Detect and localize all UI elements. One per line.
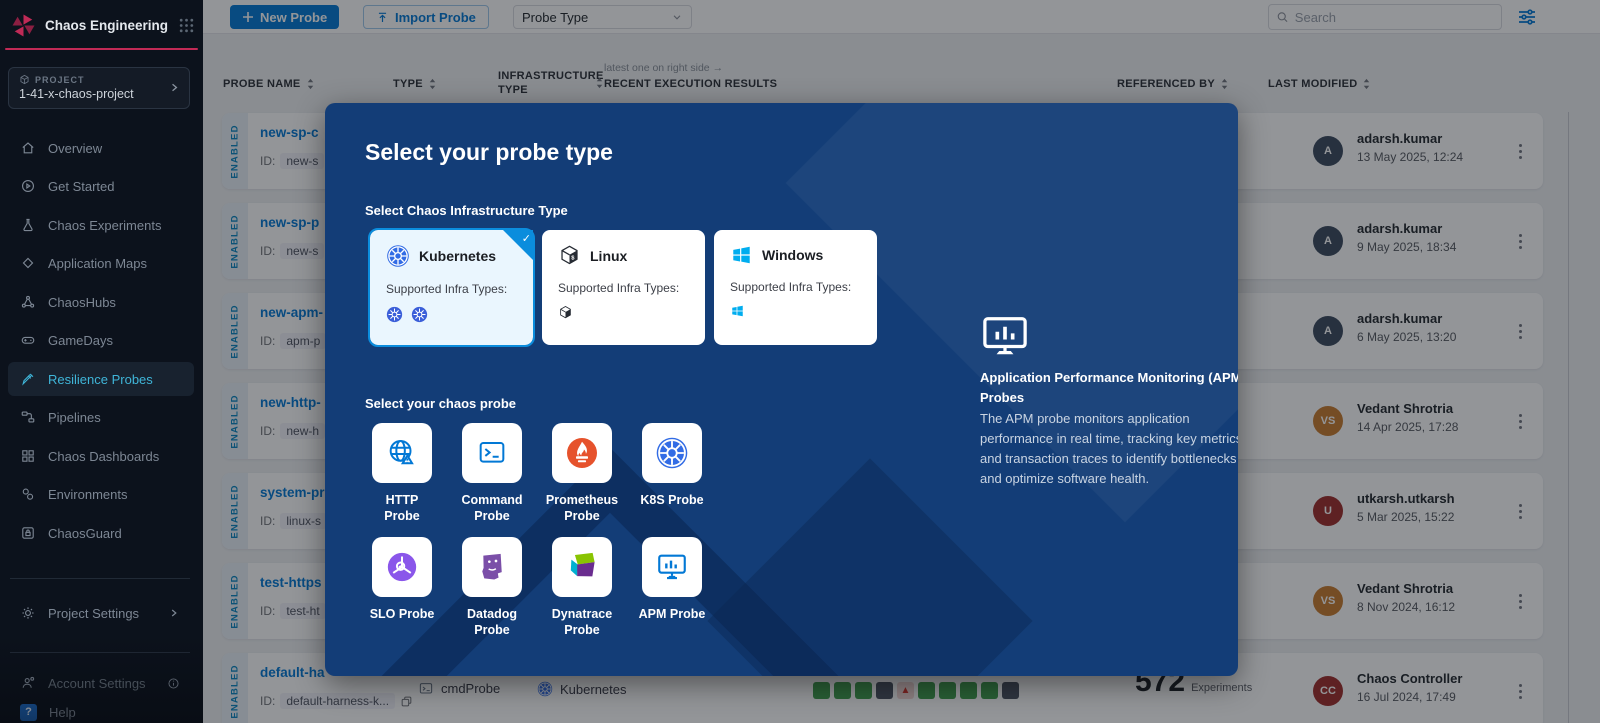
supported-infra-icons	[386, 306, 517, 323]
sidebar-item-chaos-experiments[interactable]: Chaos Experiments	[8, 208, 194, 242]
linux-icon	[558, 305, 573, 320]
probe-tile-slo[interactable]: SLO Probe	[358, 537, 446, 639]
infra-card-linux[interactable]: $ Linux Supported Infra Types:	[542, 230, 705, 345]
sidebar-item-application-maps[interactable]: Application Maps	[8, 246, 194, 280]
probe-section-label: Select your chaos probe	[365, 396, 516, 411]
probe-detail-title: Application Performance Monitoring (APM)…	[980, 368, 1238, 407]
infra-card-windows[interactable]: Windows Supported Infra Types:	[714, 230, 877, 345]
lock-shield-icon	[20, 525, 36, 541]
play-circle-icon	[20, 178, 36, 194]
app-title: Chaos Engineering	[45, 18, 178, 33]
kubernetes-icon	[642, 423, 702, 483]
hub-nodes-icon	[20, 294, 36, 310]
kubernetes-icon	[411, 306, 428, 323]
home-icon	[20, 140, 36, 156]
sidebar: Chaos Engineering PROJECT 1-41-x-chaos-p…	[0, 0, 203, 723]
gamepad-icon	[20, 332, 36, 348]
sidebar-item-environments[interactable]: Environments	[8, 477, 194, 511]
prometheus-icon	[552, 423, 612, 483]
sidebar-item-pipelines[interactable]: Pipelines	[8, 400, 194, 434]
probe-tile-command[interactable]: Command Probe	[448, 423, 536, 525]
http-globe-warning-icon	[372, 423, 432, 483]
selected-check-icon: ✓	[503, 230, 533, 260]
supported-infra-icons	[730, 304, 861, 318]
probe-pipette-icon	[20, 371, 36, 387]
kubernetes-icon	[386, 306, 403, 323]
probe-tiles-row-1: HTTP Probe Command Probe Prometheus Prob…	[358, 423, 716, 525]
probe-tile-prometheus[interactable]: Prometheus Probe	[538, 423, 626, 525]
project-label: PROJECT	[35, 75, 85, 85]
apm-monitor-icon-large	[980, 313, 1030, 364]
linux-icon: $	[558, 244, 581, 267]
probe-tile-k8s[interactable]: K8S Probe	[628, 423, 716, 525]
select-probe-type-modal: Select your probe type Select Chaos Infr…	[325, 103, 1238, 676]
sidebar-divider	[10, 578, 190, 579]
windows-icon	[730, 304, 745, 318]
probe-tile-datadog[interactable]: Datadog Probe	[448, 537, 536, 639]
probe-tile-apm[interactable]: APM Probe	[628, 537, 716, 639]
probe-tile-http[interactable]: HTTP Probe	[358, 423, 446, 525]
supported-infra-icons	[558, 305, 689, 320]
flask-icon	[20, 217, 36, 233]
probe-tiles-row-2: SLO Probe Datadog Probe Dynatrace Probe …	[358, 537, 716, 639]
diamond-icon	[20, 255, 36, 271]
project-cube-icon	[19, 74, 30, 85]
dynatrace-icon	[552, 537, 612, 597]
chevron-right-icon	[168, 81, 181, 94]
info-icon	[167, 677, 180, 690]
gear-icon	[20, 605, 36, 621]
sidebar-item-resilience-probes[interactable]: Resilience Probes	[8, 362, 194, 396]
sidebar-item-chaoshubs[interactable]: ChaosHubs	[8, 285, 194, 319]
project-selector[interactable]: PROJECT 1-41-x-chaos-project	[8, 67, 190, 109]
infra-type-cards: ✓ Kubernetes Supported Infra Types: $ Li…	[370, 230, 877, 345]
sidebar-item-chaos-dashboards[interactable]: Chaos Dashboards	[8, 439, 194, 473]
sidebar-divider	[10, 652, 190, 653]
probe-detail-description: The APM probe monitors application perfo…	[980, 409, 1238, 490]
apm-monitor-icon	[642, 537, 702, 597]
sidebar-item-gamedays[interactable]: GameDays	[8, 323, 194, 357]
sidebar-item-chaosguard[interactable]: ChaosGuard	[8, 516, 194, 550]
sidebar-item-help[interactable]: ? Help	[20, 704, 76, 721]
brand-accent-rule	[5, 48, 198, 50]
dashboard-grid-icon	[20, 448, 36, 464]
sidebar-item-account-settings[interactable]: Account Settings	[8, 666, 194, 700]
windows-icon	[730, 244, 753, 266]
chaos-logo-icon	[10, 12, 37, 39]
infra-card-kubernetes[interactable]: ✓ Kubernetes Supported Infra Types:	[370, 230, 533, 345]
modal-pattern	[707, 458, 1032, 676]
project-name: 1-41-x-chaos-project	[19, 87, 179, 101]
sidebar-item-project-settings[interactable]: Project Settings	[8, 596, 194, 630]
kubernetes-icon	[386, 244, 410, 268]
help-icon: ?	[20, 704, 37, 721]
environments-icon	[20, 486, 36, 502]
account-gear-icon	[20, 675, 36, 691]
pipelines-icon	[20, 409, 36, 425]
chaos-engineering-app: New Probe Import Probe Probe Type PROBE …	[0, 0, 1600, 723]
terminal-icon	[462, 423, 522, 483]
datadog-icon	[462, 537, 522, 597]
probe-tile-dynatrace[interactable]: Dynatrace Probe	[538, 537, 626, 639]
chevron-right-icon	[168, 607, 180, 619]
module-grid-icon[interactable]	[178, 17, 195, 34]
sidebar-item-get-started[interactable]: Get Started	[8, 169, 194, 203]
slo-icon	[372, 537, 432, 597]
infra-section-label: Select Chaos Infrastructure Type	[365, 203, 568, 218]
modal-title: Select your probe type	[365, 139, 613, 166]
sidebar-item-overview[interactable]: Overview	[8, 131, 194, 165]
